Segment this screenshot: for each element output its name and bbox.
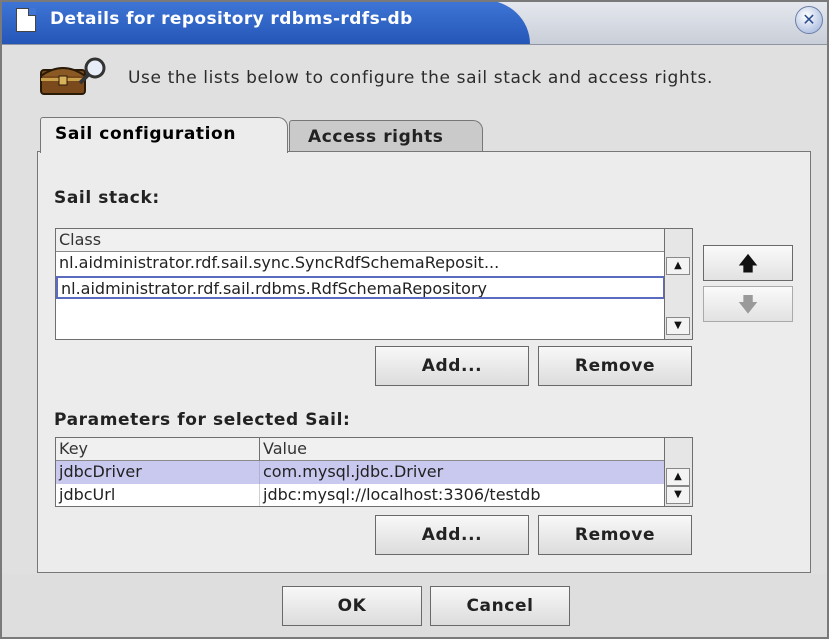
- column-header-key[interactable]: Key: [56, 438, 260, 461]
- parameter-add-button[interactable]: Add...: [375, 515, 529, 555]
- sail-stack-label: Sail stack:: [54, 188, 160, 208]
- window-title: Details for repository rdbms-rdfs-db: [50, 9, 413, 29]
- tab-sail-configuration[interactable]: Sail configuration: [40, 117, 288, 153]
- parameters-table[interactable]: Key Value jdbcDriver com.mysql.jdbc.Driv…: [55, 437, 693, 507]
- title-bar[interactable]: Details for repository rdbms-rdfs-db ✕: [0, 0, 829, 45]
- sail-stack-table[interactable]: Class nl.aidministrator.rdf.sail.sync.Sy…: [55, 228, 693, 340]
- sail-stack-scrollbar[interactable]: ▲ ▼: [664, 229, 692, 339]
- sail-remove-button[interactable]: Remove: [538, 346, 692, 386]
- parameter-row-selected[interactable]: jdbcDriver com.mysql.jdbc.Driver: [56, 461, 665, 484]
- parameter-value: com.mysql.jdbc.Driver: [263, 462, 444, 481]
- column-header-class[interactable]: Class: [56, 229, 665, 252]
- scroll-up-arrow-icon[interactable]: ▲: [666, 468, 690, 486]
- dialog-window: Details for repository rdbms-rdfs-db ✕ U…: [0, 0, 829, 639]
- parameter-row[interactable]: jdbcUrl jdbc:mysql://localhost:3306/test…: [56, 484, 665, 506]
- treasure-chest-search-icon: [40, 57, 106, 95]
- arrow-up-icon: 🡅: [737, 251, 759, 275]
- parameter-value: jdbc:mysql://localhost:3306/testdb: [263, 485, 541, 504]
- document-icon: [16, 8, 36, 32]
- parameter-remove-button[interactable]: Remove: [538, 515, 692, 555]
- parameter-key: jdbcUrl: [56, 484, 260, 506]
- cancel-button[interactable]: Cancel: [430, 586, 570, 626]
- scroll-down-arrow-icon[interactable]: ▼: [666, 486, 690, 504]
- instructions-text: Use the lists below to configure the sai…: [128, 68, 713, 88]
- ok-button[interactable]: OK: [282, 586, 422, 626]
- sail-add-button[interactable]: Add...: [375, 346, 529, 386]
- title-tab: Details for repository rdbms-rdfs-db: [0, 0, 530, 44]
- move-down-button[interactable]: 🡇: [703, 286, 793, 322]
- arrow-down-icon: 🡇: [737, 292, 759, 316]
- parameter-key: jdbcDriver: [56, 461, 260, 484]
- column-header-value[interactable]: Value: [260, 438, 665, 461]
- close-button[interactable]: ✕: [795, 6, 823, 34]
- parameters-scrollbar[interactable]: ▲ ▼: [664, 438, 692, 506]
- scroll-down-arrow-icon[interactable]: ▼: [666, 317, 690, 335]
- move-up-button[interactable]: 🡅: [703, 245, 793, 281]
- sail-stack-row[interactable]: nl.aidministrator.rdf.sail.sync.SyncRdfS…: [56, 252, 665, 275]
- scroll-up-arrow-icon[interactable]: ▲: [666, 257, 690, 275]
- tab-access-rights[interactable]: Access rights: [289, 120, 483, 154]
- sail-stack-row-selected[interactable]: nl.aidministrator.rdf.sail.rdbms.RdfSche…: [56, 276, 665, 299]
- parameters-label: Parameters for selected Sail:: [54, 410, 351, 430]
